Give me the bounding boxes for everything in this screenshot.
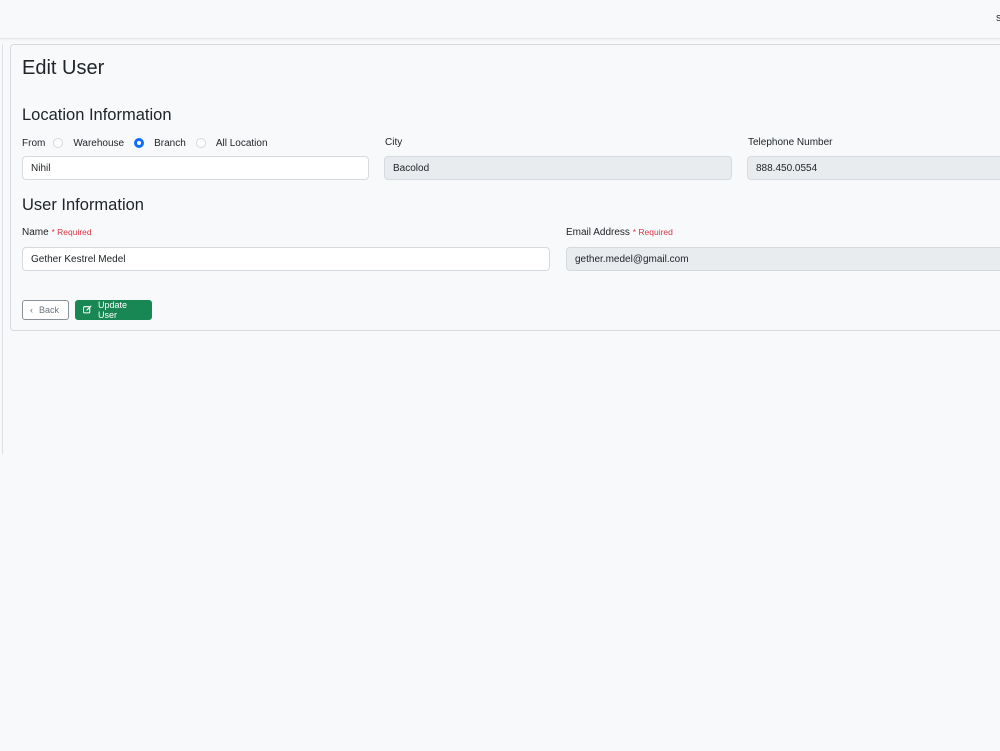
name-required-badge: * Required [51, 227, 92, 237]
city-field[interactable] [384, 156, 732, 180]
email-label: Email Address * Required [566, 227, 673, 238]
telephone-label: Telephone Number [748, 137, 833, 148]
email-required-badge: * Required [632, 227, 673, 237]
edit-user-card: Edit User Location Information From Ware… [10, 44, 1000, 331]
edit-icon [83, 305, 92, 316]
user-section-title: User Information [22, 196, 144, 214]
location-select-input[interactable] [22, 156, 369, 180]
name-label-text: Name [22, 227, 49, 238]
name-input[interactable] [22, 247, 550, 271]
radio-branch[interactable] [134, 138, 145, 148]
update-user-button-label: Update User [98, 300, 128, 320]
from-label: From [22, 137, 46, 149]
chevron-left-icon: ‹ [30, 304, 33, 315]
sidebar-edge [0, 44, 3, 454]
user-menu[interactable]: s [996, 12, 1000, 24]
back-button[interactable]: ‹ Back [22, 300, 69, 320]
update-user-button[interactable]: Update User [75, 300, 152, 320]
email-field[interactable] [566, 247, 1000, 271]
radio-all-location-label[interactable]: All Location [216, 138, 268, 149]
radio-all-location[interactable] [195, 138, 206, 148]
back-button-label: Back [39, 305, 60, 315]
page-title: Edit User [22, 57, 105, 79]
location-type-radio-group: From Warehouse Branch All Location [22, 136, 278, 150]
radio-warehouse[interactable] [53, 138, 64, 148]
location-section-title: Location Information [22, 106, 172, 124]
email-label-text: Email Address [566, 227, 630, 238]
radio-warehouse-label[interactable]: Warehouse [73, 138, 124, 149]
city-label: City [385, 137, 403, 148]
top-navbar: s [0, 0, 1000, 39]
name-label: Name * Required [22, 227, 92, 238]
telephone-field[interactable] [747, 156, 1000, 180]
radio-branch-label[interactable]: Branch [154, 138, 186, 149]
